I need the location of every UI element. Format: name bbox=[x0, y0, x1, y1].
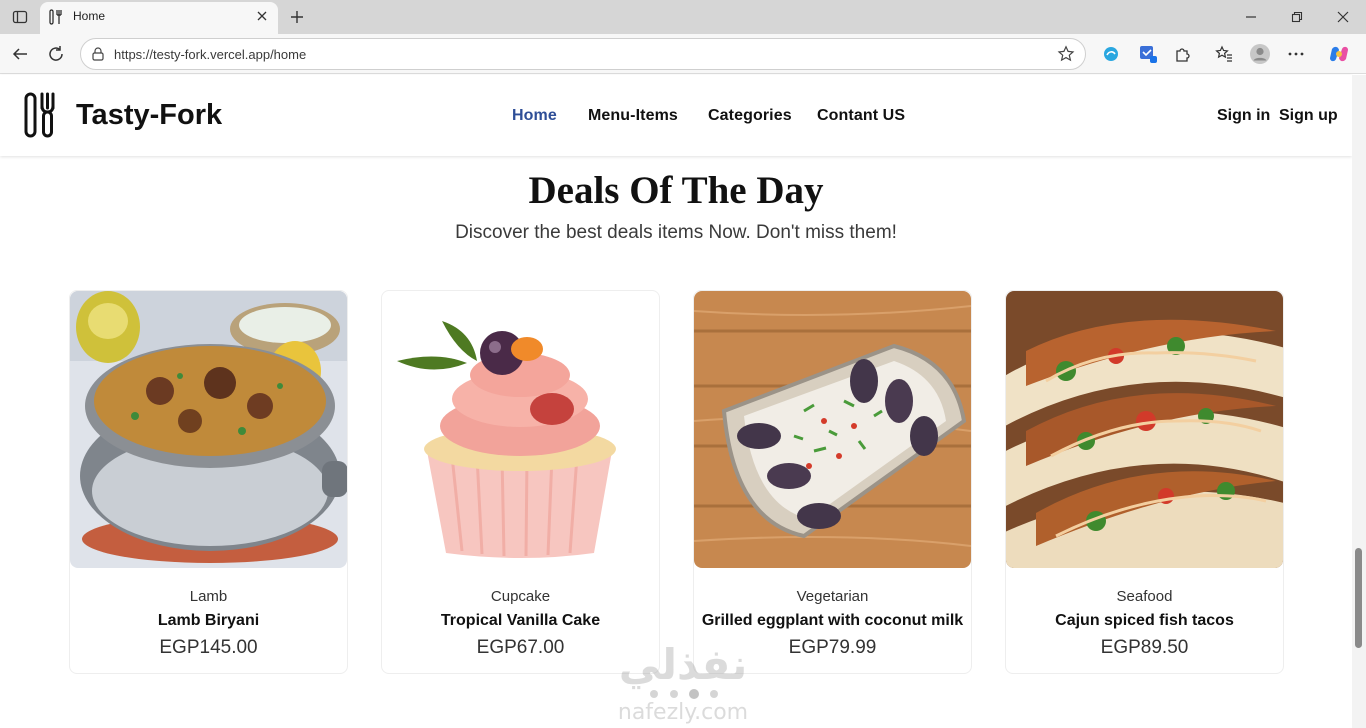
item-price: EGP89.50 bbox=[1100, 637, 1189, 658]
watermark-arabic: نفذلي bbox=[618, 640, 748, 689]
favorites-icon[interactable] bbox=[1212, 42, 1236, 66]
item-name[interactable]: Cajun spiced fish tacos bbox=[1006, 612, 1283, 630]
close-tab-icon[interactable] bbox=[254, 8, 270, 24]
nafezly-watermark: نفذلي nafezly.com bbox=[598, 640, 768, 728]
item-price: EGP145.00 bbox=[159, 637, 258, 658]
nav-menu-items[interactable]: Menu-Items bbox=[588, 107, 678, 125]
close-window-icon[interactable] bbox=[1332, 6, 1354, 28]
scrollbar-thumb[interactable] bbox=[1355, 548, 1362, 648]
fish-tacos-image[interactable] bbox=[1006, 291, 1283, 568]
url-text[interactable]: https://testy-fork.vercel.app/home bbox=[114, 47, 306, 62]
browser-tab-bar: Home bbox=[0, 0, 1366, 34]
fork-knife-favicon-icon bbox=[48, 9, 64, 25]
reload-icon[interactable] bbox=[44, 42, 68, 66]
item-category: Lamb bbox=[189, 588, 228, 605]
deal-card[interactable]: Vegetarian Grilled eggplant with coconut… bbox=[693, 290, 972, 674]
favorite-star-icon[interactable] bbox=[1057, 45, 1075, 63]
copilot-swirl-icon[interactable] bbox=[1099, 42, 1123, 66]
sign-up-link[interactable]: Sign up bbox=[1279, 107, 1338, 125]
more-options-icon[interactable] bbox=[1284, 42, 1308, 66]
copilot-icon[interactable] bbox=[1327, 42, 1351, 66]
restore-icon[interactable] bbox=[1286, 6, 1308, 28]
watermark-latin: nafezly.com bbox=[617, 700, 749, 725]
sidebar-toggle-icon[interactable] bbox=[9, 6, 31, 28]
nav-categories[interactable]: Categories bbox=[708, 107, 792, 125]
section-title: Deals Of The Day bbox=[528, 169, 824, 212]
address-bar[interactable]: https://testy-fork.vercel.app/home bbox=[80, 38, 1086, 70]
browser-tab[interactable]: Home bbox=[40, 2, 278, 34]
eggplant-dish-image[interactable] bbox=[694, 291, 971, 568]
section-subtitle: Discover the best deals items Now. Don't… bbox=[455, 222, 897, 243]
browser-toolbar: https://testy-fork.vercel.app/home bbox=[0, 34, 1366, 74]
item-category: Vegetarian bbox=[796, 588, 869, 605]
deal-card[interactable]: Seafood Cajun spiced fish tacos EGP89.50 bbox=[1005, 290, 1284, 674]
deal-card[interactable]: Cupcake Tropical Vanilla Cake EGP67.00 bbox=[381, 290, 660, 674]
nav-contact-us[interactable]: Contant US bbox=[817, 107, 905, 125]
fork-knife-logo-icon[interactable] bbox=[22, 91, 58, 139]
nav-home[interactable]: Home bbox=[512, 107, 557, 125]
biryani-pot-image[interactable] bbox=[70, 291, 347, 568]
site-header: Tasty-Fork Home Menu-Items Categories Co… bbox=[0, 75, 1352, 156]
item-name[interactable]: Lamb Biryani bbox=[70, 612, 347, 630]
watermark-dots bbox=[650, 689, 718, 699]
back-arrow-icon[interactable] bbox=[8, 42, 32, 66]
brand-name[interactable]: Tasty-Fork bbox=[76, 99, 222, 132]
item-name[interactable]: Grilled eggplant with coconut milk bbox=[694, 612, 971, 630]
item-name[interactable]: Tropical Vanilla Cake bbox=[382, 612, 659, 630]
new-tab-plus-icon[interactable] bbox=[286, 6, 308, 28]
lock-icon[interactable] bbox=[90, 46, 106, 62]
minimize-icon[interactable] bbox=[1240, 6, 1262, 28]
extensions-puzzle-icon[interactable] bbox=[1171, 42, 1195, 66]
item-category: Cupcake bbox=[490, 588, 551, 605]
sign-in-link[interactable]: Sign in bbox=[1217, 107, 1270, 125]
extension-shield-icon[interactable] bbox=[1136, 42, 1160, 66]
deal-card[interactable]: Lamb Lamb Biryani EGP145.00 bbox=[69, 290, 348, 674]
tab-title: Home bbox=[73, 9, 106, 23]
profile-avatar-icon[interactable] bbox=[1248, 42, 1272, 66]
cupcake-image[interactable] bbox=[382, 291, 659, 568]
item-category: Seafood bbox=[1116, 588, 1173, 605]
